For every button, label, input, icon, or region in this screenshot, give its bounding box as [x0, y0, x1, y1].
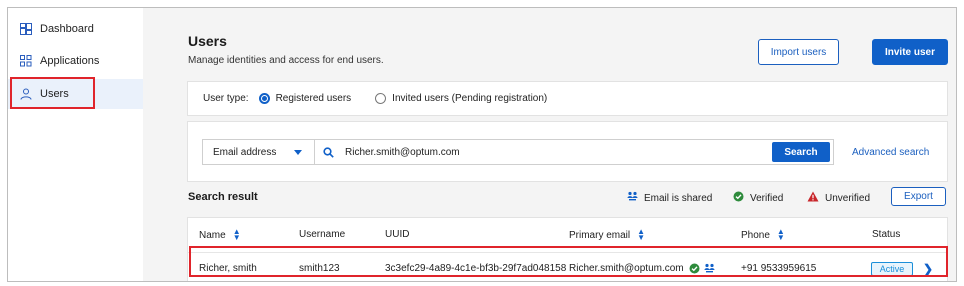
- sort-icon[interactable]: ▲ ▼: [233, 228, 241, 242]
- highlight-result-row: [189, 246, 948, 277]
- column-header-username: Username: [299, 229, 345, 240]
- column-label: Status: [872, 229, 901, 240]
- sort-icon[interactable]: ▲ ▼: [637, 228, 645, 242]
- sidebar-item-dashboard[interactable]: Dashboard: [8, 14, 143, 44]
- search-result-title: Search result: [188, 191, 258, 203]
- column-header-primary-email[interactable]: Primary email ▲ ▼: [569, 228, 645, 242]
- legend-unverified: Unverified: [807, 191, 870, 205]
- column-header-uuid: UUID: [385, 229, 409, 240]
- search-panel: Email address Search Advanced search: [187, 121, 948, 182]
- radio-registered-users[interactable]: [258, 93, 270, 104]
- import-users-button[interactable]: Import users: [758, 39, 839, 65]
- search-bar: Email address Search: [202, 139, 834, 165]
- dashboard-icon: [20, 23, 32, 35]
- radio-registered-label: Registered users: [275, 93, 352, 104]
- verified-icon: [733, 191, 750, 205]
- search-input[interactable]: [341, 140, 772, 164]
- sidebar-item-label: Applications: [40, 55, 100, 67]
- radio-invited-users[interactable]: [375, 93, 387, 104]
- legend-unverified-label: Unverified: [825, 192, 871, 204]
- shared-email-icon: [627, 191, 644, 205]
- sidebar-item-applications[interactable]: Applications: [8, 46, 143, 76]
- legend-shared-label: Email is shared: [644, 192, 713, 204]
- column-label: Primary email: [569, 229, 631, 241]
- export-button[interactable]: Export: [891, 187, 946, 206]
- highlight-users-nav: [10, 77, 95, 109]
- column-label: UUID: [385, 229, 410, 240]
- app-window: Dashboard Applications Users Users Manag…: [7, 7, 957, 282]
- invite-user-button[interactable]: Invite user: [872, 39, 948, 65]
- sidebar-item-label: Dashboard: [40, 23, 94, 35]
- column-label: Username: [299, 229, 346, 240]
- column-header-phone[interactable]: Phone ▲ ▼: [741, 228, 785, 242]
- user-type-filter: User type: Registered users Invited user…: [187, 81, 948, 116]
- column-header-status: Status: [872, 229, 900, 240]
- legend-verified: Verified: [733, 191, 783, 205]
- main-content: Users Manage identities and access for e…: [143, 8, 956, 281]
- column-label: Phone: [741, 229, 770, 241]
- legend-verified-label: Verified: [750, 192, 784, 204]
- search-icon: [315, 146, 341, 158]
- column-header-name[interactable]: Name ▲ ▼: [199, 228, 241, 242]
- page-title: Users: [188, 33, 227, 49]
- chevron-down-icon: [294, 150, 302, 155]
- user-type-label: User type:: [203, 93, 249, 104]
- applications-icon: [20, 55, 32, 67]
- radio-invited-label: Invited users (Pending registration): [392, 93, 548, 104]
- sort-icon[interactable]: ▲ ▼: [777, 228, 785, 242]
- search-field-select[interactable]: Email address: [203, 140, 315, 164]
- warning-icon: [807, 191, 825, 205]
- column-label: Name: [199, 229, 226, 241]
- advanced-search-link[interactable]: Advanced search: [852, 147, 929, 158]
- sidebar: Dashboard Applications Users: [8, 8, 143, 281]
- page-subtitle: Manage identities and access for end use…: [188, 55, 384, 66]
- legend-email-shared: Email is shared: [627, 191, 712, 205]
- search-button[interactable]: Search: [772, 142, 830, 162]
- search-field-value: Email address: [213, 146, 277, 158]
